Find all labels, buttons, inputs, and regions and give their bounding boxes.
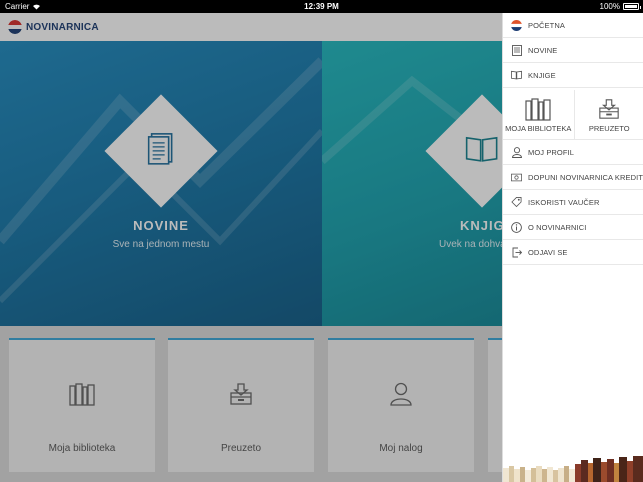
menu-item-pocetna[interactable]: POČETNA [503,13,643,38]
battery: 100% [599,2,641,11]
menu-item-o-novinarnici[interactable]: O NOVINARNICI [503,215,643,240]
battery-percent: 100% [599,2,620,11]
battery-icon [623,3,641,10]
menu-item-label: MOJ PROFIL [528,147,575,157]
menu-tiles: MOJA BIBLIOTEKA PREUZETO [503,90,643,140]
status-bar: Carrier 12:39 PM 100% [0,0,643,13]
library-icon [525,98,551,121]
menu-item-dopuni-kredit[interactable]: DOPUNI NOVINARNICA KREDIT [503,165,643,190]
cash-icon [511,173,522,181]
menu-item-label: KNJIGE [528,70,556,80]
home-logo-icon [511,19,522,31]
menu-item-label: ODJAVI SE [528,247,568,257]
clock: 12:39 PM [304,2,339,11]
menu-item-knjige[interactable]: KNJIGE [503,63,643,88]
side-menu: POČETNA NOVINE KNJIGE MOJA BIBLIOTEKA PR… [502,13,643,482]
tag-icon [511,197,522,208]
user-icon [511,146,522,158]
logout-icon [512,247,522,257]
book-icon [511,70,522,80]
info-icon [511,221,522,233]
menu-item-novine[interactable]: NOVINE [503,38,643,63]
menu-item-label: O NOVINARNICI [528,222,587,232]
menu-item-label: DOPUNI NOVINARNICA KREDIT [528,172,643,182]
menu-item-moj-profil[interactable]: MOJ PROFIL [503,140,643,165]
menu-item-iskoristi-vaucer[interactable]: ISKORISTI VAUČER [503,190,643,215]
menu-item-odjavi-se[interactable]: ODJAVI SE [503,240,643,265]
newspaper-icon [511,44,522,56]
books-decoration [503,456,643,482]
menu-tile-moja-biblioteka[interactable]: MOJA BIBLIOTEKA [503,90,574,139]
menu-item-label: ISKORISTI VAUČER [528,197,600,207]
download-tray-icon [599,99,619,119]
menu-tile-label: PREUZETO [588,124,630,133]
menu-item-label: NOVINE [528,45,558,55]
menu-item-label: POČETNA [528,20,565,30]
menu-tile-preuzeto[interactable]: PREUZETO [573,90,643,139]
menu-tile-label: MOJA BIBLIOTEKA [505,124,572,133]
